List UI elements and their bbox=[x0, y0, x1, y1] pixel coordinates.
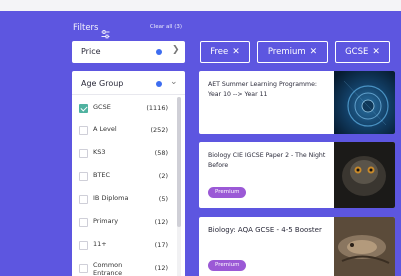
age-option-ks3[interactable]: KS3 (58) bbox=[72, 144, 177, 164]
chevron-down-icon: ⌄ bbox=[170, 77, 178, 87]
option-count: (17) bbox=[154, 241, 168, 249]
checkbox[interactable] bbox=[79, 149, 88, 158]
option-count: (252) bbox=[150, 126, 168, 134]
chip-gcse[interactable]: GCSE ✕ bbox=[335, 41, 390, 63]
checkbox[interactable] bbox=[79, 218, 88, 227]
clear-all-link[interactable]: Clear all (3) bbox=[150, 24, 182, 30]
option-label: IB Diploma bbox=[93, 194, 129, 202]
card-thumbnail[interactable] bbox=[334, 217, 395, 276]
chip-premium[interactable]: Premium ✕ bbox=[257, 41, 328, 63]
sliders-icon bbox=[101, 24, 110, 39]
age-option-11-plus[interactable]: 11+ (17) bbox=[72, 236, 177, 256]
close-icon[interactable]: ✕ bbox=[310, 47, 318, 57]
price-filter[interactable]: Price ❯ bbox=[72, 41, 185, 63]
checkbox-checked[interactable] bbox=[79, 104, 88, 113]
active-filter-dot bbox=[156, 81, 162, 87]
resource-card[interactable]: Biology CIE IGCSE Paper 2 - The Night Be… bbox=[199, 142, 395, 208]
chip-label: Premium bbox=[267, 47, 306, 57]
card-title[interactable]: Biology: AQA GCSE - 4-5 Booster bbox=[208, 225, 330, 235]
checkbox[interactable] bbox=[79, 264, 88, 273]
option-label: GCSE bbox=[93, 103, 111, 111]
option-count: (2) bbox=[158, 172, 168, 180]
premium-badge: Premium bbox=[208, 260, 247, 271]
option-count: (1116) bbox=[146, 104, 168, 112]
age-group-header[interactable]: Age Group ⌄ bbox=[72, 71, 185, 95]
option-label: 11+ bbox=[93, 240, 107, 248]
checkbox[interactable] bbox=[79, 126, 88, 135]
checkbox[interactable] bbox=[79, 195, 88, 204]
card-title[interactable]: Biology CIE IGCSE Paper 2 - The Night Be… bbox=[208, 151, 330, 171]
card-thumbnail[interactable] bbox=[334, 71, 395, 134]
card-thumbnail[interactable] bbox=[334, 142, 395, 208]
option-label: BTEC bbox=[93, 171, 111, 179]
active-filter-dot bbox=[156, 49, 162, 55]
age-option-gcse[interactable]: GCSE (1116) bbox=[72, 99, 177, 119]
option-count: (58) bbox=[154, 149, 168, 157]
resource-card[interactable]: Biology: AQA GCSE - 4-5 Booster Premium bbox=[199, 217, 395, 276]
age-option-common-entrance[interactable]: Common Entrance (12) bbox=[72, 259, 177, 276]
option-label: Common Entrance bbox=[93, 261, 123, 276]
premium-badge: Premium bbox=[208, 187, 247, 198]
card-title[interactable]: AET Summer Learning Programme: Year 10 -… bbox=[208, 80, 330, 100]
option-label: KS3 bbox=[93, 148, 106, 156]
chip-free[interactable]: Free ✕ bbox=[200, 41, 250, 63]
filters-header: Filters Clear all (3) bbox=[73, 22, 185, 39]
age-group-label: Age Group bbox=[81, 79, 124, 88]
price-label: Price bbox=[81, 47, 101, 56]
option-count: (5) bbox=[158, 195, 168, 203]
close-icon[interactable]: ✕ bbox=[372, 47, 380, 57]
checkbox[interactable] bbox=[79, 241, 88, 250]
age-option-ib-diploma[interactable]: IB Diploma (5) bbox=[72, 190, 177, 210]
filters-title: Filters bbox=[73, 23, 99, 33]
age-option-a-level[interactable]: A Level (252) bbox=[72, 121, 177, 141]
age-option-btec[interactable]: BTEC (2) bbox=[72, 167, 177, 187]
chevron-right-icon: ❯ bbox=[172, 45, 180, 55]
chip-label: GCSE bbox=[345, 47, 369, 57]
chip-label: Free bbox=[210, 47, 229, 57]
option-count: (12) bbox=[154, 218, 168, 226]
option-label: Primary bbox=[93, 217, 119, 225]
age-option-primary[interactable]: Primary (12) bbox=[72, 213, 177, 233]
option-count: (12) bbox=[154, 264, 168, 272]
resource-card[interactable]: AET Summer Learning Programme: Year 10 -… bbox=[199, 71, 395, 134]
checkbox[interactable] bbox=[79, 172, 88, 181]
option-label: A Level bbox=[93, 125, 117, 133]
top-bar bbox=[0, 0, 401, 11]
close-icon[interactable]: ✕ bbox=[232, 47, 240, 57]
scrollbar-thumb[interactable] bbox=[177, 97, 181, 227]
age-group-panel: Age Group ⌄ GCSE (1116) A Level (252) KS… bbox=[72, 71, 185, 276]
